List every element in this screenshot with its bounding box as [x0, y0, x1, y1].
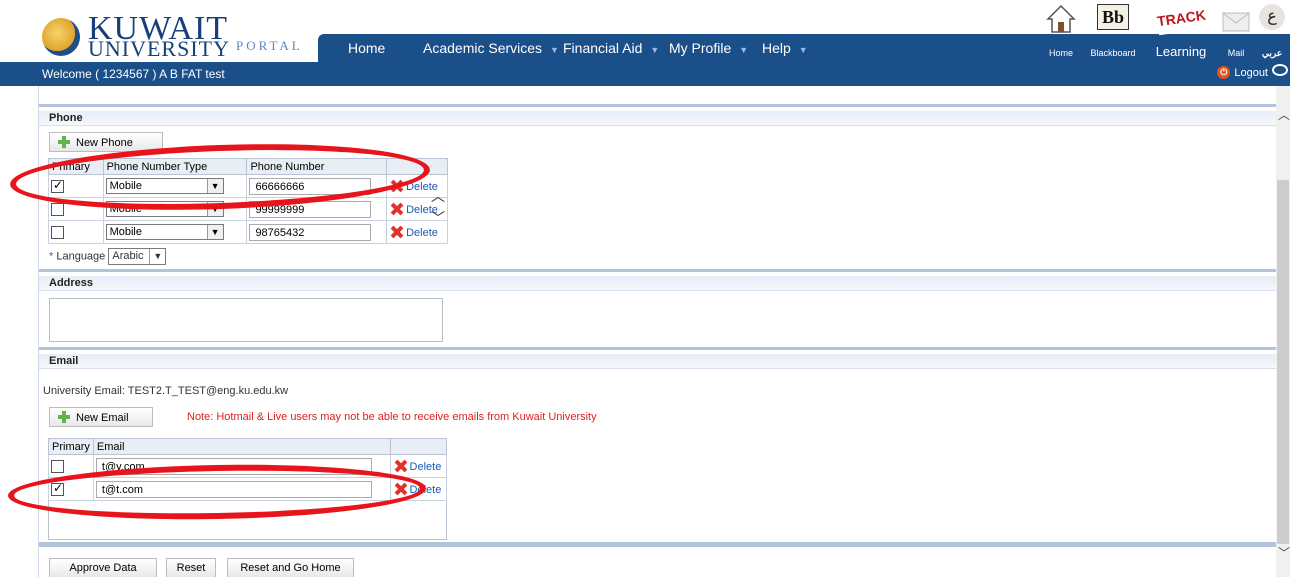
- chevron-down-icon: ▼: [149, 249, 165, 264]
- address-section-header: Address: [39, 269, 1276, 291]
- power-icon: ⏻: [1217, 66, 1231, 79]
- email-section-header: Email: [39, 347, 1276, 369]
- quick-links: Home Bb Blackboard TRACK Learning Mail ع…: [1040, 0, 1290, 62]
- phone-number-input[interactable]: 98765432: [249, 223, 372, 241]
- chevron-down-icon: ▼: [550, 45, 559, 55]
- chevron-down-icon: ▼: [206, 225, 223, 239]
- delete-x-icon: [389, 203, 403, 215]
- university-emblem-icon: [38, 16, 84, 60]
- track-icon: TRACK: [1155, 0, 1207, 36]
- nav-financial-aid[interactable]: Financial Aid ▼: [563, 40, 659, 56]
- chevron-down-icon: ▼: [650, 45, 660, 55]
- table-row: Mobile ▼ 98765432 Delete: [48, 220, 448, 244]
- table-scroll-down-icon[interactable]: ﹀: [431, 208, 445, 228]
- university-email-value: TEST2.T_TEST@eng.ku.edu.kw: [127, 385, 289, 397]
- reset-and-go-home-button[interactable]: Reset and Go Home: [227, 558, 354, 577]
- phone-type-select[interactable]: Mobile ▼: [105, 224, 224, 240]
- header: KUWAIT UNIVERSITY PORTAL Home Academic S…: [0, 0, 1290, 62]
- nav-academic-services[interactable]: Academic Services ▼: [423, 40, 559, 56]
- chevron-down-icon: ▼: [739, 45, 749, 55]
- university-email-row: University Email: TEST2.T_TEST@eng.ku.ed…: [43, 385, 289, 397]
- arabic-language-link[interactable]: ع عربي: [1256, 4, 1288, 58]
- mail-link[interactable]: Mail: [1220, 4, 1252, 58]
- mail-icon: [1222, 12, 1250, 32]
- nav-help[interactable]: Help ▼: [762, 40, 808, 56]
- primary-checkbox[interactable]: [51, 202, 64, 216]
- plus-icon: [58, 411, 70, 423]
- column-header: Email: [92, 438, 391, 455]
- welcome-bar: Welcome ( 1234567 ) A B FAT test ⏻ Logou…: [0, 62, 1290, 86]
- section-divider: [39, 542, 1276, 547]
- reset-button[interactable]: Reset: [166, 558, 216, 577]
- home-icon: [1046, 4, 1076, 33]
- language-row: * Language Arabic ▼: [49, 248, 167, 265]
- language-select[interactable]: Arabic ▼: [108, 248, 167, 265]
- address-textarea[interactable]: [49, 298, 443, 342]
- language-label: Language: [56, 250, 106, 263]
- plus-icon: [58, 136, 70, 148]
- column-header: Primary: [48, 438, 94, 455]
- delete-phone-link[interactable]: Delete: [389, 227, 438, 239]
- nav-my-profile[interactable]: My Profile ▼: [669, 40, 748, 56]
- logo-sub-text: UNIVERSITY: [88, 36, 230, 61]
- logout-button[interactable]: ⏻ Logout: [1217, 66, 1268, 79]
- primary-checkbox[interactable]: [51, 225, 64, 239]
- scroll-down-icon[interactable]: ﹀: [1278, 544, 1290, 561]
- delete-email-link[interactable]: Delete: [393, 461, 442, 473]
- nav-home[interactable]: Home: [348, 40, 385, 56]
- approve-data-button[interactable]: Approve Data: [49, 558, 157, 577]
- scroll-up-icon[interactable]: ︿: [1278, 106, 1290, 123]
- primary-checkbox[interactable]: [51, 459, 64, 473]
- track-learning-link[interactable]: TRACK Learning: [1146, 0, 1216, 59]
- arabic-glyph-icon: ع: [1259, 4, 1285, 30]
- email-note: Note: Hotmail & Live users may not be ab…: [187, 411, 597, 423]
- home-link[interactable]: Home: [1044, 4, 1078, 58]
- kuwait-university-logo[interactable]: KUWAIT UNIVERSITY: [38, 2, 230, 60]
- chevron-down-icon: ▼: [798, 45, 808, 55]
- page-scrollbar[interactable]: ︿ ﹀: [1276, 86, 1290, 577]
- delete-x-icon: [389, 226, 403, 238]
- chat-bubble-icon[interactable]: [1272, 64, 1288, 76]
- scrollbar-thumb[interactable]: [1277, 180, 1289, 544]
- logo-portal-text: PORTAL: [236, 38, 303, 53]
- table-scroll-up-icon[interactable]: ︿: [431, 186, 445, 206]
- phone-section-header: Phone: [39, 104, 1276, 126]
- blackboard-link[interactable]: Bb Blackboard: [1084, 4, 1142, 58]
- blackboard-icon: Bb: [1097, 4, 1129, 30]
- welcome-text: Welcome ( 1234567 ) A B FAT test: [42, 67, 225, 81]
- new-email-button[interactable]: New Email: [49, 407, 153, 427]
- delete-x-icon: [393, 460, 407, 472]
